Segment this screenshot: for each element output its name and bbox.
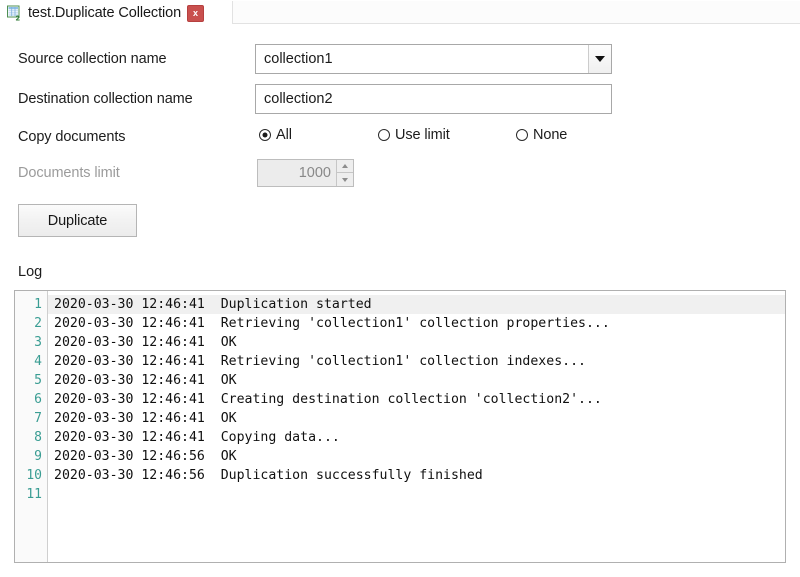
source-collection-value: collection1 [256, 51, 588, 67]
tab-strip-empty-area [232, 1, 800, 24]
log-line-number: 1 [15, 295, 47, 314]
tab-duplicate-collection[interactable]: 2 test.Duplicate Collection x [0, 0, 210, 26]
radio-use-limit[interactable]: Use limit [378, 127, 450, 143]
log-line-number: 3 [15, 333, 47, 352]
chevron-down-icon[interactable] [588, 45, 611, 73]
spinner-up-icon[interactable] [337, 160, 353, 173]
radio-none-label: None [533, 127, 567, 143]
spinner-down-icon[interactable] [337, 173, 353, 186]
log-line-number: 5 [15, 371, 47, 390]
log-line-number: 8 [15, 428, 47, 447]
duplicate-collection-icon: 2 [6, 5, 22, 21]
log-line-number: 7 [15, 409, 47, 428]
source-collection-select[interactable]: collection1 [255, 44, 612, 74]
log-line: 2020-03-30 12:46:41 Creating destination… [48, 390, 785, 409]
radio-all-dot [259, 129, 271, 141]
log-section-title: Log [18, 264, 42, 280]
log-panel[interactable]: 1234567891011 2020-03-30 12:46:41 Duplic… [14, 290, 786, 563]
destination-collection-label: Destination collection name [18, 91, 193, 107]
log-line-number: 9 [15, 447, 47, 466]
log-line [48, 485, 785, 504]
radio-use-limit-label: Use limit [395, 127, 450, 143]
radio-all[interactable]: All [259, 127, 292, 143]
log-line: 2020-03-30 12:46:56 OK [48, 447, 785, 466]
destination-collection-value: collection2 [256, 91, 333, 107]
documents-limit-value: 1000 [258, 160, 336, 186]
log-line: 2020-03-30 12:46:41 OK [48, 409, 785, 428]
source-collection-label: Source collection name [18, 51, 167, 67]
log-line-number-gutter: 1234567891011 [15, 291, 48, 562]
log-line: 2020-03-30 12:46:41 OK [48, 333, 785, 352]
log-line-number: 4 [15, 352, 47, 371]
log-text-area[interactable]: 2020-03-30 12:46:41 Duplication started2… [48, 291, 785, 562]
log-line: 2020-03-30 12:46:41 Duplication started [48, 295, 785, 314]
log-line: 2020-03-30 12:46:56 Duplication successf… [48, 466, 785, 485]
log-line-number: 2 [15, 314, 47, 333]
radio-use-limit-dot [378, 129, 390, 141]
radio-all-label: All [276, 127, 292, 143]
copy-documents-label: Copy documents [18, 129, 125, 145]
duplicate-button[interactable]: Duplicate [18, 204, 137, 237]
documents-limit-spin-buttons [336, 160, 353, 186]
log-line: 2020-03-30 12:46:41 OK [48, 371, 785, 390]
log-line: 2020-03-30 12:46:41 Copying data... [48, 428, 785, 447]
radio-none[interactable]: None [516, 127, 567, 143]
close-icon[interactable]: x [187, 5, 204, 22]
log-line-number: 6 [15, 390, 47, 409]
log-line: 2020-03-30 12:46:41 Retrieving 'collecti… [48, 314, 785, 333]
svg-text:2: 2 [15, 14, 20, 21]
tab-strip: 2 test.Duplicate Collection x [0, 0, 800, 26]
log-line: 2020-03-30 12:46:41 Retrieving 'collecti… [48, 352, 785, 371]
documents-limit-stepper[interactable]: 1000 [257, 159, 354, 187]
radio-none-dot [516, 129, 528, 141]
destination-collection-input[interactable]: collection2 [255, 84, 612, 114]
log-line-number: 11 [15, 485, 47, 504]
documents-limit-label: Documents limit [18, 165, 120, 181]
log-line-number: 10 [15, 466, 47, 485]
tab-title: test.Duplicate Collection [28, 5, 181, 21]
